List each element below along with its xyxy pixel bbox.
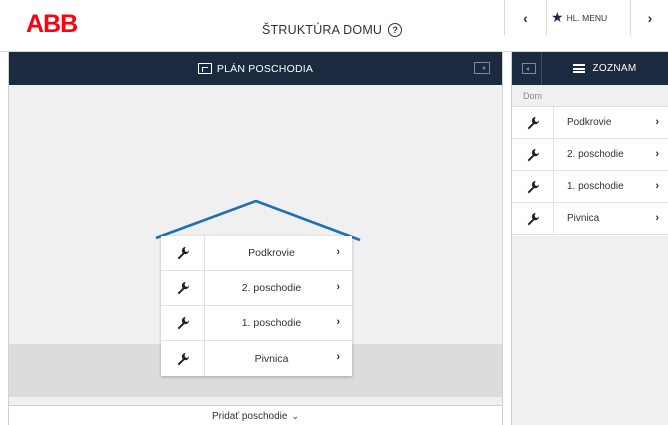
chevron-right-icon: › [336, 281, 340, 293]
chevron-right-icon: › [647, 9, 653, 26]
chevron-right-icon: › [336, 316, 340, 328]
house-floor-row[interactable]: Pivnica › [161, 341, 352, 376]
list-item[interactable]: 2. poschodie › [512, 138, 668, 171]
brand-text: ABB [26, 10, 78, 38]
wrench-icon [161, 270, 205, 306]
house-floor-list: Podkrovie › 2. poschodie › 1. poschodie … [161, 235, 352, 376]
list-item[interactable]: 1. poschodie › [512, 170, 668, 203]
list-item-label: 1. poschodie [567, 181, 624, 192]
breadcrumb[interactable]: Dom [512, 85, 668, 107]
chevron-right-icon: › [655, 148, 659, 160]
chevron-right-icon: › [655, 212, 659, 224]
list-item[interactable]: Pivnica › [512, 202, 668, 235]
floor-label: Podkrovie [248, 247, 295, 259]
add-floor-button[interactable]: Pridať poschodie ⌄ [9, 405, 502, 425]
main-menu-label: HL. MENU [566, 12, 608, 23]
chevron-right-icon: › [336, 351, 340, 363]
page-title: ŠTRUKTÚRA DOMU [262, 23, 383, 37]
list-item-label: Podkrovie [567, 117, 612, 128]
list-item-label: 2. poschodie [567, 149, 624, 160]
wrench-icon [161, 341, 205, 376]
floor-plan-icon [197, 63, 212, 74]
help-icon[interactable]: ? [388, 23, 403, 37]
nav-buttons: ‹ ★ HL. MENU › [504, 0, 668, 35]
floor-label: 2. poschodie [241, 282, 302, 294]
wrench-icon [512, 202, 554, 235]
list-header: ZOZNAM [542, 63, 668, 74]
chevron-right-icon: › [336, 246, 340, 258]
star-icon: ★ [551, 9, 564, 25]
chevron-right-icon: › [655, 116, 659, 128]
floor-label: 1. poschodie [241, 317, 302, 329]
wrench-icon [512, 170, 554, 203]
chevron-down-icon: ⌄ [291, 411, 299, 421]
wrench-icon [512, 138, 554, 171]
list-empty-area [512, 236, 668, 425]
back-button[interactable]: ‹ [505, 0, 547, 35]
collapse-panel-button[interactable] [512, 52, 542, 85]
list-panel: ZOZNAM Dom Podkrovie › 2. poschodie › 1.… [511, 52, 668, 425]
top-header: ABB ŠTRUKTÚRA DOMU ? ‹ ★ HL. MENU › [0, 0, 668, 52]
floor-plan-bar: PLÁN POSCHODIA [9, 52, 502, 85]
wrench-icon [512, 106, 554, 139]
title-wrap: ŠTRUKTÚRA DOMU ? [262, 20, 403, 40]
list-title: ZOZNAM [592, 63, 637, 74]
expand-panel-icon[interactable] [474, 62, 490, 74]
collapse-panel-icon [522, 63, 536, 74]
list-item-label: Pivnica [567, 213, 600, 224]
list-item[interactable]: Podkrovie › [512, 106, 668, 139]
chevron-left-icon: ‹ [523, 9, 528, 26]
add-floor-label: Pridať poschodie [211, 411, 288, 422]
list-bar: ZOZNAM [512, 52, 668, 85]
floor-plan-title: PLÁN POSCHODIA [216, 62, 314, 75]
abb-logo: ABB [26, 10, 78, 38]
main-menu-button[interactable]: ★ HL. MENU [547, 0, 631, 35]
floor-plan-panel: PLÁN POSCHODIA Podkrovie › 2. poschodie … [8, 52, 503, 425]
floor-label: Pivnica [254, 352, 289, 365]
list-icon [573, 64, 586, 73]
wrench-icon [161, 305, 205, 341]
house-floor-row[interactable]: 1. poschodie › [161, 305, 352, 341]
house-floor-row[interactable]: 2. poschodie › [161, 270, 352, 306]
wrench-icon [161, 235, 205, 271]
forward-button[interactable]: › [631, 0, 668, 35]
house-floor-row[interactable]: Podkrovie › [161, 235, 352, 271]
chevron-right-icon: › [655, 180, 659, 192]
